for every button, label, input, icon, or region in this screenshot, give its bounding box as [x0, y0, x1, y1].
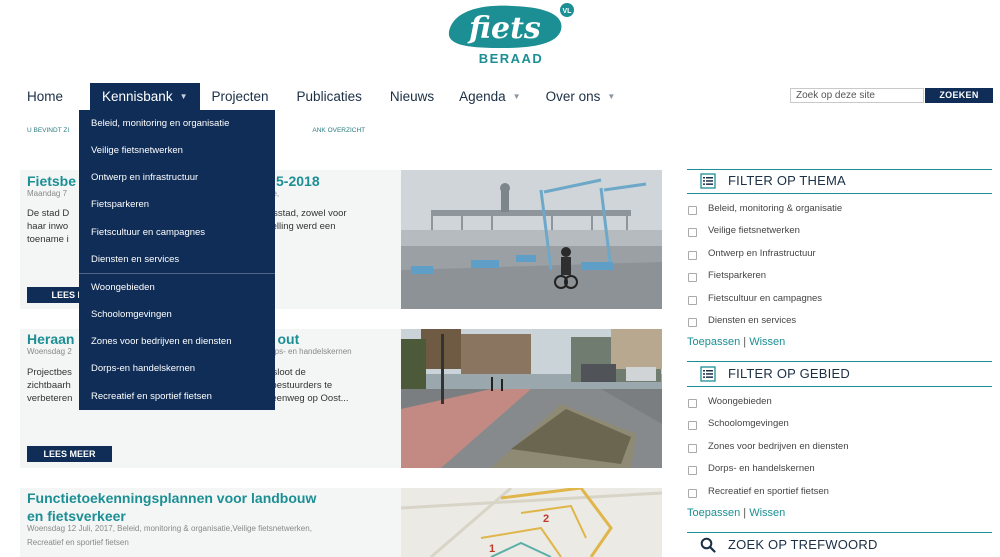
checkbox-label[interactable]: Dorps- en handelskernen	[708, 463, 815, 474]
chevron-down-icon: ▼	[512, 91, 521, 101]
filter-gebied-title: FILTER OP GEBIED	[728, 366, 850, 381]
read-more-button[interactable]: LEES MEER	[27, 446, 112, 462]
dropdown-item[interactable]: Veilige fietsnetwerken	[91, 145, 183, 156]
article-image-street[interactable]	[401, 329, 662, 468]
checkbox[interactable]	[688, 228, 697, 237]
title-part: Heraan	[27, 331, 75, 347]
filter-divider	[687, 386, 992, 387]
nav-item-nieuws[interactable]: Nieuws	[371, 83, 443, 110]
article-title[interactable]: Functietoekenningsplannen voor landbouw …	[27, 489, 316, 525]
checkbox[interactable]	[688, 444, 697, 453]
logo-sub-text: BERAAD	[479, 51, 544, 66]
nav-item-agenda[interactable]: Agenda ▼	[443, 83, 529, 110]
nav-label: Projecten	[211, 88, 269, 104]
dropdown-divider	[79, 273, 275, 274]
nav-item-publicaties[interactable]: Publicaties	[278, 83, 371, 110]
meta-part: Maandag 7	[27, 189, 68, 198]
checkbox[interactable]	[688, 251, 697, 260]
dropdown-item[interactable]: Diensten en services	[91, 254, 179, 265]
checkbox-label[interactable]: Zones voor bedrijven en diensten	[708, 441, 848, 452]
filter-divider	[687, 532, 992, 533]
checkbox-label[interactable]: Ontwerp en Infrastructuur	[708, 248, 816, 259]
trefwoord-title: ZOEK OP TREFWOORD	[728, 537, 878, 552]
checkbox[interactable]	[688, 273, 697, 282]
breadcrumb-current: ANK OVERZICHT	[312, 127, 366, 134]
separator: |	[743, 507, 747, 519]
checkbox-label[interactable]: Recreatief en sportief fietsen	[708, 486, 829, 497]
svg-text:2: 2	[543, 513, 549, 525]
dropdown-item[interactable]: Woongebieden	[91, 282, 155, 293]
main-nav: Home Kennisbank ▼ Projecten Publicaties N…	[18, 83, 624, 110]
nav-item-projecten[interactable]: Projecten	[200, 83, 278, 110]
dropdown-item[interactable]: Zones voor bedrijven en diensten	[91, 336, 231, 347]
checkbox[interactable]	[688, 318, 697, 327]
nav-label: Home	[27, 88, 64, 104]
logo-main-text: fiets	[467, 11, 541, 46]
nav-item-over-ons[interactable]: Over ons ▼	[530, 83, 625, 110]
search-icon	[700, 537, 716, 553]
checkbox-label[interactable]: Diensten en services	[708, 315, 796, 326]
logo-badge: VL	[563, 8, 573, 15]
filter-thema-actions: Toepassen | Wissen	[687, 336, 785, 348]
filter-thema-title: FILTER OP THEMA	[728, 173, 846, 188]
checkbox-label[interactable]: Veilige fietsnetwerken	[708, 225, 800, 236]
kennisbank-dropdown-menu: Beleid, monitoring en organisatie Veilig…	[79, 110, 275, 410]
title-part: out	[277, 331, 300, 347]
dropdown-item[interactable]: Schoolomgevingen	[91, 309, 172, 320]
nav-label: Publicaties	[296, 88, 362, 104]
meta-part: Woensdag 2	[27, 347, 72, 356]
chevron-down-icon: ▼	[607, 91, 616, 101]
title-line: Functietoekenningsplannen voor landbouw	[27, 490, 317, 506]
filter-gebied-actions: Toepassen | Wissen	[687, 507, 785, 519]
fietsberaad-logo[interactable]: fiets VL BERAAD	[443, 2, 578, 70]
filter-divider	[687, 169, 992, 170]
list-icon	[700, 366, 716, 382]
dropdown-item[interactable]: Ontwerp en infrastructuur	[91, 172, 198, 183]
article-image-boardwalk[interactable]	[401, 170, 662, 309]
apply-link[interactable]: Toepassen	[687, 336, 740, 348]
dropdown-item[interactable]: Fietsparkeren	[91, 199, 149, 210]
nav-label: Agenda	[459, 88, 506, 104]
checkbox-label[interactable]: Fietsparkeren	[708, 270, 766, 281]
nav-item-kennisbank[interactable]: Kennisbank ▼	[90, 83, 200, 110]
list-icon	[700, 173, 716, 189]
svg-text:1: 1	[489, 543, 495, 555]
filter-divider	[687, 361, 992, 362]
dropdown-item[interactable]: Dorps-en handelskernen	[91, 363, 195, 374]
chevron-down-icon: ▼	[179, 91, 188, 101]
checkbox-label[interactable]: Fietscultuur en campagnes	[708, 293, 822, 304]
checkbox-label[interactable]: Beleid, monitoring & organisatie	[708, 203, 842, 214]
title-part: Fietsbe	[27, 173, 77, 189]
breadcrumb-prefix: U BEVINDT ZI	[27, 127, 70, 134]
separator: |	[743, 336, 747, 348]
checkbox[interactable]	[688, 206, 697, 215]
checkbox-label[interactable]: Schoolomgevingen	[708, 418, 789, 429]
checkbox[interactable]	[688, 399, 697, 408]
checkbox[interactable]	[688, 466, 697, 475]
checkbox[interactable]	[688, 421, 697, 430]
clear-link[interactable]: Wissen	[749, 507, 785, 519]
title-part: 5-2018	[276, 173, 320, 189]
search-input[interactable]: Zoek op deze site	[790, 88, 924, 103]
apply-link[interactable]: Toepassen	[687, 507, 740, 519]
dropdown-item[interactable]: Recreatief en sportief fietsen	[91, 391, 212, 402]
clear-link[interactable]: Wissen	[749, 336, 785, 348]
checkbox[interactable]	[688, 489, 697, 498]
article-meta: Woensdag 12 Juli, 2017, Beleid, monitori…	[27, 524, 312, 547]
search-button[interactable]: ZOEKEN	[925, 88, 993, 103]
dropdown-item[interactable]: Fietscultuur en campagnes	[91, 227, 205, 238]
nav-label: Nieuws	[389, 88, 435, 104]
meta-part: Dorps- en handelskernen	[261, 347, 352, 356]
nav-label: Kennisbank	[102, 88, 173, 104]
checkbox[interactable]	[688, 296, 697, 305]
article-image-map[interactable]: 2 1	[400, 486, 663, 557]
checkbox-label[interactable]: Woongebieden	[708, 396, 772, 407]
dropdown-item[interactable]: Beleid, monitoring en organisatie	[91, 118, 229, 129]
nav-label: Over ons	[545, 88, 601, 104]
nav-item-home[interactable]: Home	[18, 83, 72, 110]
filter-divider	[687, 193, 992, 194]
